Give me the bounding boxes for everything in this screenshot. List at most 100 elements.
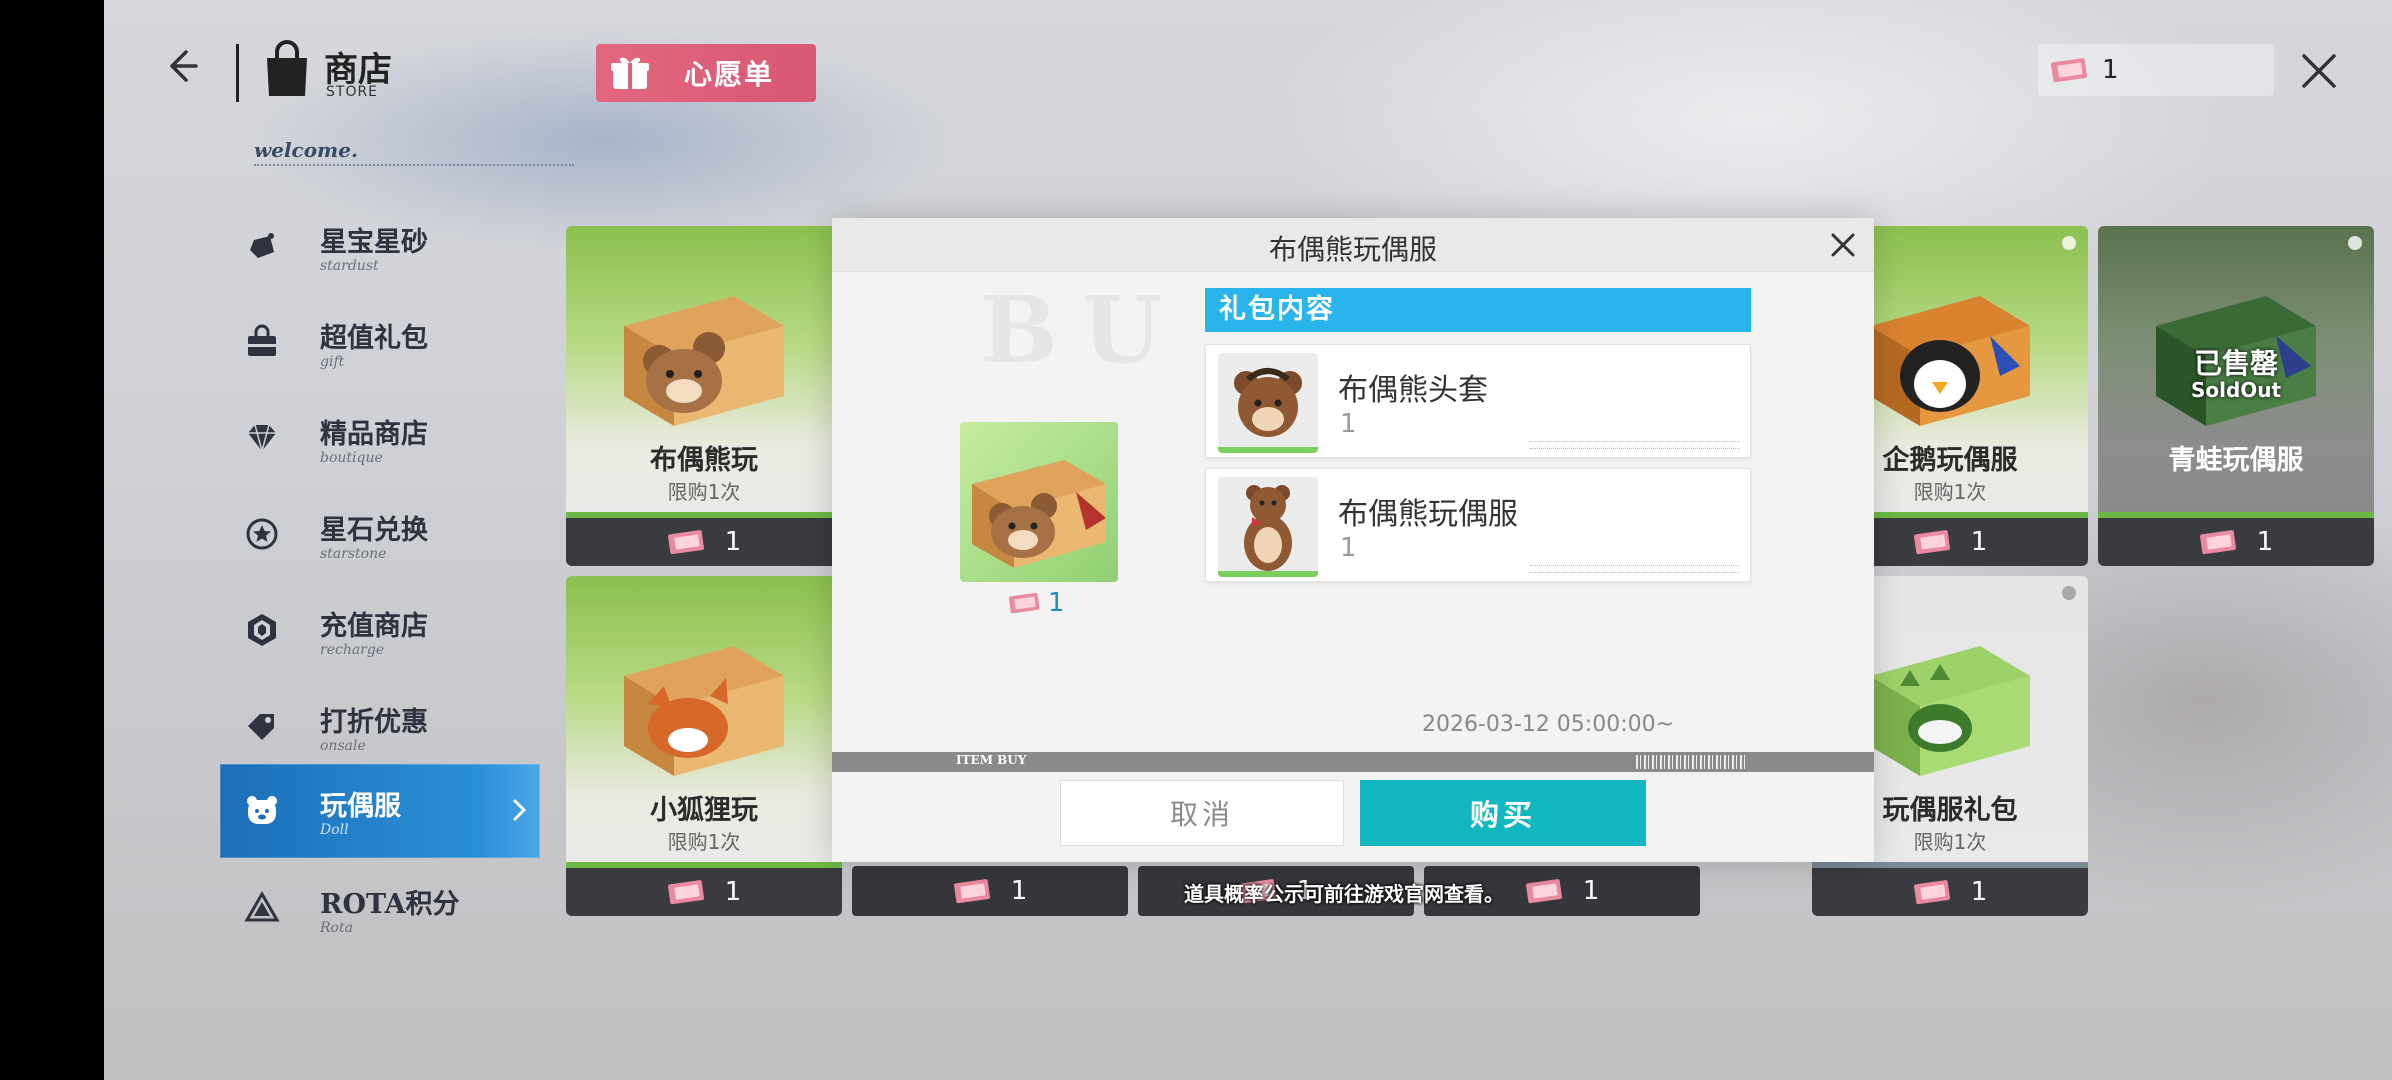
dialog-header: 布偶熊玩偶服 <box>832 218 1874 272</box>
sidebar-item-label: ROTA积分 <box>320 889 460 920</box>
gift-icon <box>611 57 649 89</box>
welcome-text: welcome. <box>254 138 358 162</box>
ticket-icon <box>1913 880 1950 905</box>
sidebar-item-recharge[interactable]: 充值商店 recharge <box>220 584 540 676</box>
store-subtitle: STORE <box>326 84 379 100</box>
bear-head-icon <box>1234 368 1302 437</box>
info-icon[interactable] <box>2348 236 2362 250</box>
store-screen: 商店 STORE 心愿单 1 welcome. 星宝星砂 stardust 超值… <box>104 0 2392 1080</box>
chevron-right-icon <box>512 798 527 822</box>
sidebar-item-sub: onsale <box>320 738 366 754</box>
header-divider <box>236 44 239 102</box>
sidebar-item-label: 打折优惠 <box>320 707 428 738</box>
bear-face-icon <box>247 796 277 824</box>
sidebar-item-sub: Doll <box>320 822 349 838</box>
card-price[interactable]: 1 <box>1812 868 2088 916</box>
card-price-value: 1 <box>1010 876 1028 906</box>
rota-icon <box>244 890 280 922</box>
ticket-icon <box>667 880 704 905</box>
card-price[interactable]: 1 <box>566 518 842 566</box>
sidebar-item-sub: stardust <box>320 258 379 274</box>
cancel-button[interactable]: 取消 <box>1060 780 1344 846</box>
barcode-decoration <box>1636 755 1748 769</box>
wishlist-button[interactable]: 心愿单 <box>596 44 816 102</box>
item-buy-strip: ITEM BUY <box>832 752 1874 772</box>
purchase-dialog: 布偶熊玩偶服 BU 1 礼包内容 布偶熊头套 1 布偶熊玩偶服 1 2026-0… <box>832 218 1874 862</box>
sidebar-item-sub: starstone <box>320 546 387 562</box>
ticket-icon <box>953 879 990 904</box>
hexagon-gem-icon <box>248 614 276 646</box>
sidebar-item-sub: recharge <box>320 642 385 658</box>
bundle-item-qty: 1 <box>1340 409 1357 439</box>
back-arrow-icon <box>170 50 198 82</box>
bundle-item-thumb <box>1218 477 1318 577</box>
sold-out-label: 已售罄 <box>2193 347 2278 380</box>
product-card-fox[interactable]: 小狐狸玩 限购1次 1 <box>566 576 842 916</box>
sidebar-item-rota[interactable]: ROTA积分 Rota <box>220 862 540 954</box>
sidebar-item-label: 超值礼包 <box>320 323 428 354</box>
close-store-icon[interactable] <box>2294 46 2344 96</box>
bundle-contents-header: 礼包内容 <box>1205 288 1751 332</box>
shopping-bag-icon <box>267 40 307 96</box>
bundle-item-name: 布偶熊头套 <box>1338 373 1488 408</box>
ticket-icon <box>2051 58 2087 83</box>
probability-notice: 道具概率公示可前往游戏官网查看。 <box>1184 882 1504 906</box>
card-limit: 限购1次 <box>667 830 741 854</box>
rarity-bar <box>1218 571 1318 577</box>
decorative-fine-print <box>1530 441 1740 449</box>
sidebar-item-doll[interactable]: 玩偶服 Doll <box>220 764 540 858</box>
bundle-item-row[interactable]: 布偶熊头套 1 <box>1205 344 1751 458</box>
sidebar-item-boutique[interactable]: 精品商店 boutique <box>220 392 540 484</box>
welcome-underline <box>254 164 574 170</box>
item-price: 1 <box>1008 588 1065 618</box>
info-icon[interactable] <box>2062 236 2076 250</box>
card-price-value: 1 <box>724 877 742 907</box>
bundle-item-row[interactable]: 布偶熊玩偶服 1 <box>1205 468 1751 582</box>
back-button[interactable] <box>156 42 204 90</box>
sidebar-item-label: 玩偶服 <box>320 791 401 822</box>
sidebar-item-sub: gift <box>320 354 345 370</box>
card-price[interactable]: 1 <box>566 868 842 916</box>
info-icon[interactable] <box>2062 586 2076 600</box>
gift-bag-icon <box>248 324 276 356</box>
product-card-bear[interactable]: 布偶熊玩 限购1次 1 <box>566 226 842 566</box>
ticket-icon <box>1008 592 1040 614</box>
wishlist-label: 心愿单 <box>684 58 775 91</box>
card-price-value: 1 <box>1970 877 1988 907</box>
card-price: 1 <box>2098 518 2374 566</box>
fox-box-art <box>624 646 784 776</box>
bear-box-art <box>972 460 1106 568</box>
close-icon[interactable] <box>1826 228 1860 262</box>
sold-out-label-en: SoldOut <box>2190 378 2282 402</box>
bear-suit-icon <box>1244 485 1292 571</box>
sidebar-item-sub: Rota <box>320 920 353 936</box>
card-name: 小狐狸玩 <box>650 795 758 826</box>
sidebar-item-gift[interactable]: 超值礼包 gift <box>220 296 540 388</box>
card-price-value: 1 <box>1582 876 1600 906</box>
sidebar-item-stardust[interactable]: 星宝星砂 stardust <box>220 200 540 292</box>
bear-box-art <box>624 296 784 426</box>
card-price-value: 1 <box>2256 527 2274 557</box>
card-price-value: 1 <box>1970 527 1988 557</box>
card-name: 青蛙玩偶服 <box>2168 445 2304 476</box>
sidebar-item-onsale[interactable]: 打折优惠 onsale <box>220 680 540 772</box>
stardust-icon <box>250 233 274 258</box>
buy-button[interactable]: 购买 <box>1360 780 1646 846</box>
card-price[interactable]: 1 <box>852 866 1128 916</box>
bundle-item-name: 布偶熊玩偶服 <box>1338 497 1518 532</box>
dialog-watermark: BU <box>980 276 1186 384</box>
card-price-value: 1 <box>724 527 742 557</box>
bundle-item-thumb <box>1218 353 1318 453</box>
product-card-frog[interactable]: 已售罄 SoldOut 青蛙玩偶服 1 <box>2098 226 2374 566</box>
card-limit: 限购1次 <box>667 480 741 504</box>
ticket-icon <box>1913 530 1950 555</box>
dino-box-art <box>1870 646 2030 776</box>
sidebar-item-label: 精品商店 <box>320 419 428 450</box>
sidebar-item-sub: boutique <box>320 450 383 466</box>
penguin-box-art <box>1870 296 2030 426</box>
item-price-value: 1 <box>1048 588 1065 618</box>
card-name: 布偶熊玩 <box>650 445 758 476</box>
item-buy-label: ITEM BUY <box>956 753 1027 767</box>
sidebar-item-starstone[interactable]: 星石兑换 starstone <box>220 488 540 580</box>
bundle-item-qty: 1 <box>1340 533 1357 563</box>
